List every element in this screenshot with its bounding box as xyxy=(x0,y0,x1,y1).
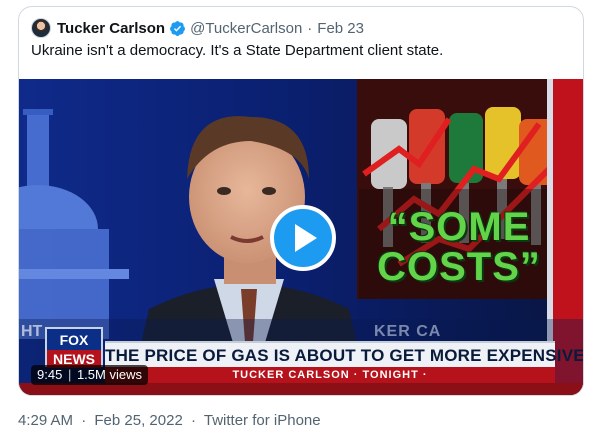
header-separator: · xyxy=(307,19,313,37)
avatar[interactable] xyxy=(31,18,51,38)
footer-source[interactable]: Twitter for iPhone xyxy=(204,412,321,429)
chyron-show-name: TUCKER CARLSON · TONIGHT · xyxy=(105,367,555,383)
footer-time[interactable]: 4:29 AM xyxy=(18,412,73,429)
overlay-headline: “SOME COSTS” xyxy=(377,205,541,289)
background-text-right: KER CA xyxy=(374,323,442,340)
tweet-card[interactable]: Tucker Carlson @TuckerCarlson · Feb 23 U… xyxy=(18,6,584,396)
tweet-header: Tucker Carlson @TuckerCarlson · Feb 23 xyxy=(31,17,364,39)
verified-badge-icon xyxy=(170,20,186,36)
video-views: 1.5M views xyxy=(76,367,142,382)
play-button[interactable] xyxy=(270,205,336,271)
video-meta-badge: 9:45 | 1.5M views xyxy=(31,365,148,385)
background-text-left: HT xyxy=(21,323,43,340)
author-name[interactable]: Tucker Carlson xyxy=(57,20,165,37)
chyron-headline: THE PRICE OF GAS IS ABOUT TO GET MORE EX… xyxy=(105,341,583,367)
footer-separator-1: · xyxy=(81,412,87,429)
author-handle[interactable]: @TuckerCarlson xyxy=(190,20,302,37)
footer-date[interactable]: Feb 25, 2022 xyxy=(94,412,182,429)
play-icon xyxy=(295,224,317,252)
tweet-text: Ukraine isn't a democracy. It's a State … xyxy=(31,42,444,59)
logo-top-text: FOX xyxy=(59,332,89,348)
meta-separator: | xyxy=(67,367,72,382)
tweet-date[interactable]: Feb 23 xyxy=(317,20,364,37)
video-duration: 9:45 xyxy=(37,367,63,382)
footer-separator-2: · xyxy=(190,412,196,429)
video-player[interactable]: “SOME COSTS” HT KER CA FOX NEWS THE PRIC… xyxy=(19,79,583,395)
fox-news-logo: FOX NEWS xyxy=(45,327,103,368)
tweet-footer: 4:29 AM · Feb 25, 2022 · Twitter for iPh… xyxy=(18,412,321,429)
